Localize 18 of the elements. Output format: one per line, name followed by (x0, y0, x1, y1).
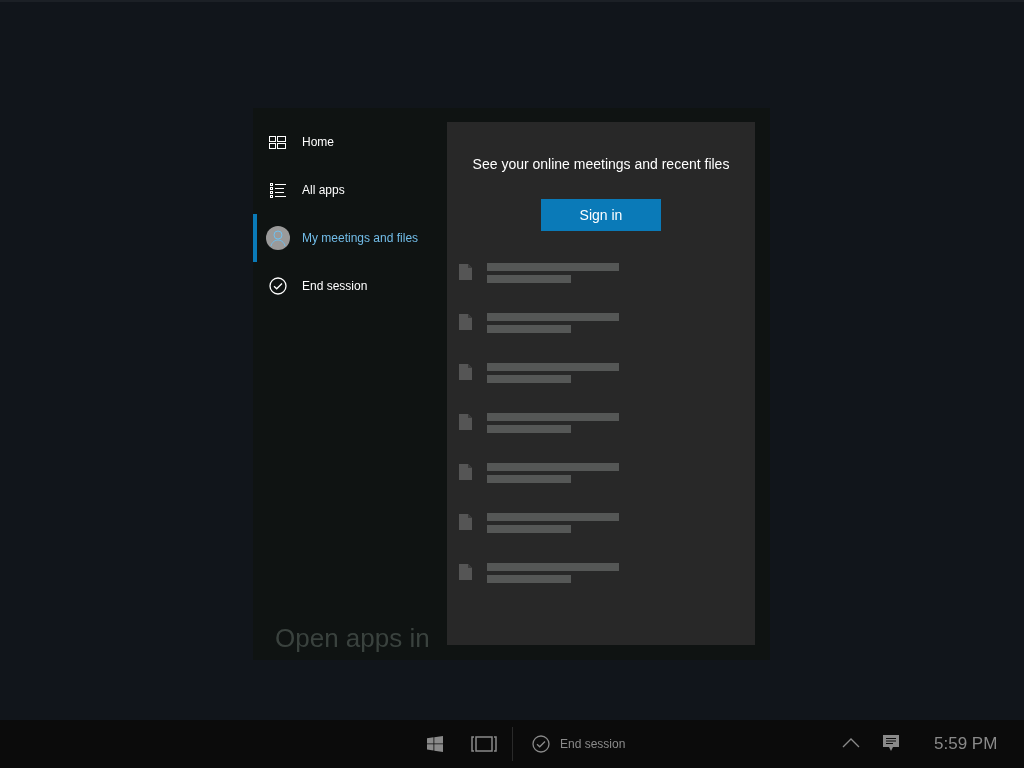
panel-message: See your online meetings and recent files (472, 155, 730, 174)
avatar-icon (265, 226, 290, 250)
clock-time: 5:59 PM (934, 733, 998, 755)
nav-item[interactable]: End session (302, 277, 368, 295)
message-icon[interactable] (883, 735, 899, 752)
task-view-icon[interactable] (471, 736, 497, 752)
home-tiles-icon (269, 135, 286, 149)
nav-item[interactable]: My meetings and files (302, 229, 419, 247)
check-circle-icon (532, 735, 550, 753)
selection-indicator (253, 214, 257, 262)
windows-logo-icon[interactable] (427, 736, 443, 752)
nav-item[interactable]: Home (302, 133, 334, 151)
chevron-up-icon[interactable] (842, 738, 860, 748)
end-session-button[interactable]: End session (560, 735, 626, 753)
check-circle-icon (268, 277, 287, 295)
nav-item[interactable]: All apps (302, 181, 345, 199)
list-icon (269, 182, 286, 198)
sign-in-button[interactable]: Sign in (541, 199, 661, 231)
